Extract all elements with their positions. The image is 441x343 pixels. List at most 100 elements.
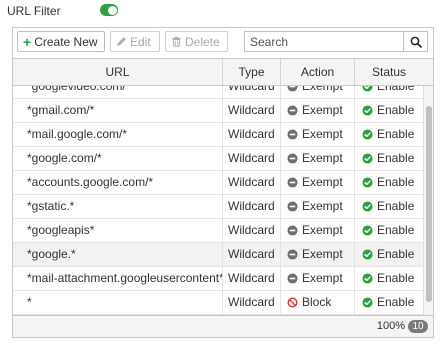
cell-status: Enable bbox=[355, 243, 423, 266]
check-circle-icon bbox=[362, 273, 373, 284]
toggle-knob bbox=[107, 5, 117, 15]
table-row[interactable]: *mail.google.com/* Wildcard Exempt Enable bbox=[13, 123, 423, 147]
table-row[interactable]: *googleapis* Wildcard Exempt Enable bbox=[13, 219, 423, 243]
cell-action: Exempt bbox=[281, 171, 355, 194]
action-label: Exempt bbox=[302, 199, 343, 213]
status-label: Enable bbox=[377, 127, 415, 141]
table-row[interactable]: *googlevideo.com/* Wildcard Exempt Enable bbox=[13, 86, 423, 99]
edit-button[interactable]: Edit bbox=[110, 31, 160, 52]
action-label: Block bbox=[302, 295, 332, 309]
column-header-url[interactable]: URL bbox=[13, 59, 223, 85]
search-button[interactable] bbox=[403, 32, 427, 51]
action-label: Exempt bbox=[302, 175, 343, 189]
cell-type: Wildcard bbox=[223, 219, 281, 242]
create-new-label: Create New bbox=[34, 34, 98, 49]
table-row[interactable]: *gstatic.* Wildcard Exempt Enable bbox=[13, 195, 423, 219]
status-label: Enable bbox=[377, 151, 415, 165]
column-header-type[interactable]: Type bbox=[223, 59, 281, 85]
delete-button[interactable]: Delete bbox=[165, 31, 228, 52]
table-header: URL Type Action Status bbox=[13, 59, 433, 86]
check-circle-icon bbox=[362, 105, 373, 116]
minus-circle-icon bbox=[287, 105, 298, 116]
cell-action: Exempt bbox=[281, 86, 355, 98]
cell-status: Enable bbox=[355, 195, 423, 218]
cell-status: Enable bbox=[355, 267, 423, 290]
check-circle-icon bbox=[362, 129, 373, 140]
scrollbar-thumb[interactable] bbox=[426, 106, 432, 302]
status-label: Enable bbox=[377, 103, 415, 117]
cell-status: Enable bbox=[355, 219, 423, 242]
cell-url: *googleapis* bbox=[13, 219, 223, 242]
create-new-button[interactable]: + Create New bbox=[17, 31, 105, 52]
minus-circle-icon bbox=[287, 86, 298, 92]
cell-action: Exempt bbox=[281, 147, 355, 170]
action-label: Exempt bbox=[302, 271, 343, 285]
table-row[interactable]: *mail-attachment.googleusercontent* Wildc… bbox=[13, 267, 423, 291]
cell-status: Enable bbox=[355, 123, 423, 146]
check-circle-icon bbox=[362, 201, 373, 212]
check-circle-icon bbox=[362, 177, 373, 188]
table-body: *googlevideo.com/* Wildcard Exempt Enable *g… bbox=[13, 86, 423, 315]
status-label: Enable bbox=[377, 86, 415, 93]
url-filter-panel: + Create New Edit Delete Search URL Type… bbox=[12, 27, 434, 338]
cell-type: Wildcard bbox=[223, 147, 281, 170]
check-circle-icon bbox=[362, 225, 373, 236]
url-filter-toggle[interactable] bbox=[100, 4, 118, 16]
column-header-action[interactable]: Action bbox=[281, 59, 355, 85]
trash-icon bbox=[172, 36, 181, 47]
action-label: Exempt bbox=[302, 127, 343, 141]
check-circle-icon bbox=[362, 249, 373, 260]
cell-url: *accounts.google.com/* bbox=[13, 171, 223, 194]
action-label: Exempt bbox=[302, 223, 343, 237]
cell-url: *google.* bbox=[13, 243, 223, 266]
minus-circle-icon bbox=[287, 153, 298, 164]
magnifier-icon bbox=[410, 36, 422, 48]
url-filter-header: URL Filter bbox=[0, 0, 441, 24]
cell-url: *google.com/* bbox=[13, 147, 223, 170]
table-row[interactable]: * Wildcard Block Enable bbox=[13, 291, 423, 315]
check-circle-icon bbox=[362, 86, 373, 92]
table-row[interactable]: *google.com/* Wildcard Exempt Enable bbox=[13, 147, 423, 171]
minus-circle-icon bbox=[287, 201, 298, 212]
status-label: Enable bbox=[377, 247, 415, 261]
status-label: Enable bbox=[377, 199, 415, 213]
prohibited-icon bbox=[287, 297, 298, 308]
cell-status: Enable bbox=[355, 86, 423, 98]
action-label: Exempt bbox=[302, 151, 343, 165]
vertical-scrollbar[interactable] bbox=[423, 86, 433, 315]
cell-type: Wildcard bbox=[223, 86, 281, 98]
cell-status: Enable bbox=[355, 99, 423, 122]
table-row[interactable]: *gmail.com/* Wildcard Exempt Enable bbox=[13, 99, 423, 123]
cell-action: Block bbox=[281, 291, 355, 314]
cell-url: *gmail.com/* bbox=[13, 99, 223, 122]
status-label: Enable bbox=[377, 271, 415, 285]
cell-action: Exempt bbox=[281, 123, 355, 146]
cell-type: Wildcard bbox=[223, 123, 281, 146]
pencil-icon bbox=[117, 37, 126, 46]
column-header-status[interactable]: Status bbox=[355, 59, 423, 85]
table-row[interactable]: *google.* Wildcard Exempt Enable bbox=[13, 243, 423, 267]
cell-type: Wildcard bbox=[223, 291, 281, 314]
table-rows: *googlevideo.com/* Wildcard Exempt Enable *g… bbox=[13, 86, 423, 315]
minus-circle-icon bbox=[287, 273, 298, 284]
cell-status: Enable bbox=[355, 147, 423, 170]
cell-status: Enable bbox=[355, 171, 423, 194]
table-row[interactable]: *accounts.google.com/* Wildcard Exempt Enab… bbox=[13, 171, 423, 195]
cell-action: Exempt bbox=[281, 219, 355, 242]
row-count-badge: 10 bbox=[408, 320, 428, 333]
minus-circle-icon bbox=[287, 225, 298, 236]
cell-url: *mail.google.com/* bbox=[13, 123, 223, 146]
cell-url: *gstatic.* bbox=[13, 195, 223, 218]
cell-url: * bbox=[13, 291, 223, 314]
action-label: Exempt bbox=[302, 86, 343, 93]
search-input[interactable] bbox=[245, 32, 403, 51]
minus-circle-icon bbox=[287, 249, 298, 260]
minus-circle-icon bbox=[287, 129, 298, 140]
action-label: Exempt bbox=[302, 247, 343, 261]
check-circle-icon bbox=[362, 153, 373, 164]
action-label: Exempt bbox=[302, 103, 343, 117]
cell-type: Wildcard bbox=[223, 171, 281, 194]
cell-action: Exempt bbox=[281, 267, 355, 290]
cell-action: Exempt bbox=[281, 99, 355, 122]
cell-status: Enable bbox=[355, 291, 423, 314]
